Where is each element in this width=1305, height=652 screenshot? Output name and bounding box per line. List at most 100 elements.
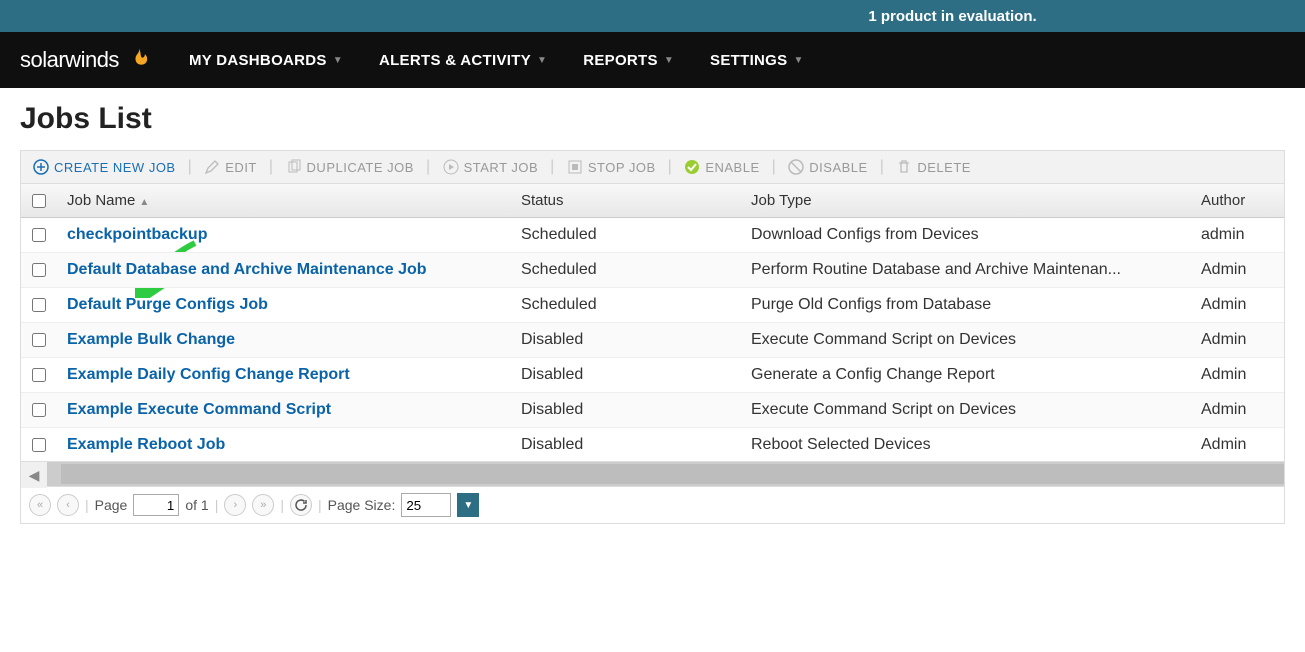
job-name-link[interactable]: Example Execute Command Script <box>67 401 331 418</box>
cell-status: Scheduled <box>511 253 741 287</box>
cell-job-type: Execute Command Script on Devices <box>741 393 1191 427</box>
job-name-link[interactable]: checkpointbackup <box>67 226 207 243</box>
nav-reports[interactable]: REPORTS ▼ <box>583 52 674 69</box>
select-all-checkbox[interactable] <box>32 194 46 208</box>
nav-my-dashboards[interactable]: MY DASHBOARDS ▼ <box>189 52 343 69</box>
page-of-total: of 1 <box>185 497 208 513</box>
row-select[interactable] <box>21 288 57 322</box>
plus-circle-icon <box>33 159 49 175</box>
caret-down-icon: ▼ <box>333 55 343 66</box>
row-checkbox[interactable] <box>32 228 46 242</box>
top-nav: solarwinds MY DASHBOARDS ▼ ALERTS & ACTI… <box>0 32 1305 88</box>
evaluation-banner: 1 product in evaluation. <box>0 0 1305 32</box>
cell-job-type: Download Configs from Devices <box>741 218 1191 252</box>
button-label: ENABLE <box>705 160 759 175</box>
delete-button[interactable]: DELETE <box>892 157 975 177</box>
duplicate-job-button[interactable]: DUPLICATE JOB <box>282 157 418 177</box>
cell-job-name: Example Daily Config Change Report <box>57 358 511 392</box>
last-page-button[interactable]: » <box>252 494 274 516</box>
button-label: DISABLE <box>809 160 867 175</box>
cell-job-type: Generate a Config Change Report <box>741 358 1191 392</box>
edit-button[interactable]: EDIT <box>200 157 261 177</box>
cell-job-type: Execute Command Script on Devices <box>741 323 1191 357</box>
separator: | <box>186 158 195 176</box>
refresh-button[interactable] <box>290 494 312 516</box>
cell-job-name: Example Bulk Change <box>57 323 511 357</box>
horizontal-scrollbar[interactable]: ◀ <box>20 461 1285 487</box>
page-size-dropdown-button[interactable]: ▼ <box>457 493 479 517</box>
button-label: STOP JOB <box>588 160 656 175</box>
stop-job-button[interactable]: STOP JOB <box>563 157 660 177</box>
row-checkbox[interactable] <box>32 403 46 417</box>
row-select[interactable] <box>21 218 57 252</box>
caret-down-icon: ▼ <box>793 55 803 66</box>
separator: | <box>280 497 284 513</box>
row-checkbox[interactable] <box>32 438 46 452</box>
page-size-input[interactable] <box>401 493 451 517</box>
row-checkbox[interactable] <box>32 368 46 382</box>
start-job-button[interactable]: START JOB <box>439 157 543 177</box>
job-name-link[interactable]: Example Daily Config Change Report <box>67 366 350 383</box>
nav-settings[interactable]: SETTINGS ▼ <box>710 52 804 69</box>
nav-label: REPORTS <box>583 52 658 69</box>
job-name-link[interactable]: Example Reboot Job <box>67 436 225 453</box>
row-checkbox[interactable] <box>32 333 46 347</box>
page-number-input[interactable] <box>133 494 179 516</box>
refresh-icon <box>294 498 308 512</box>
first-page-button[interactable]: « <box>29 494 51 516</box>
cell-author: Admin <box>1191 428 1271 462</box>
button-label: CREATE NEW JOB <box>54 160 176 175</box>
cell-author: admin <box>1191 218 1271 252</box>
cell-status: Disabled <box>511 393 741 427</box>
separator: | <box>85 497 89 513</box>
cell-author: Admin <box>1191 393 1271 427</box>
enable-button[interactable]: ENABLE <box>680 157 763 177</box>
trash-icon <box>896 159 912 175</box>
scroll-left-arrow-icon[interactable]: ◀ <box>21 462 47 488</box>
button-label: START JOB <box>464 160 539 175</box>
row-select[interactable] <box>21 358 57 392</box>
flame-icon <box>125 46 153 74</box>
row-select[interactable] <box>21 323 57 357</box>
job-name-link[interactable]: Default Purge Configs Job <box>67 296 268 313</box>
nav-alerts-activity[interactable]: ALERTS & ACTIVITY ▼ <box>379 52 547 69</box>
pager: « ‹ | Page of 1 | › » | | Page Size: ▼ <box>20 487 1285 524</box>
column-header-author[interactable]: Author <box>1191 184 1271 217</box>
prev-page-button[interactable]: ‹ <box>57 494 79 516</box>
brand-name: solarwinds <box>20 47 119 73</box>
create-new-job-button[interactable]: CREATE NEW JOB <box>29 157 180 177</box>
scroll-track[interactable] <box>61 464 1284 484</box>
cell-job-name: Default Database and Archive Maintenance… <box>57 253 511 287</box>
table-row: Example Reboot JobDisabledReboot Selecte… <box>21 428 1284 463</box>
job-name-link[interactable]: Example Bulk Change <box>67 331 235 348</box>
separator: | <box>424 158 433 176</box>
row-checkbox[interactable] <box>32 263 46 277</box>
row-select[interactable] <box>21 253 57 287</box>
button-label: DELETE <box>917 160 971 175</box>
column-header-name[interactable]: Job Name▲ <box>57 184 511 217</box>
select-all-header[interactable] <box>21 184 57 217</box>
page-label: Page <box>95 497 128 513</box>
separator: | <box>548 158 557 176</box>
job-name-link[interactable]: Default Database and Archive Maintenance… <box>67 261 427 278</box>
column-header-type[interactable]: Job Type <box>741 184 1191 217</box>
row-select[interactable] <box>21 428 57 462</box>
copy-icon <box>286 159 302 175</box>
table-row: Default Database and Archive Maintenance… <box>21 253 1284 288</box>
cell-job-name: Example Reboot Job <box>57 428 511 462</box>
button-label: EDIT <box>225 160 257 175</box>
column-header-status[interactable]: Status <box>511 184 741 217</box>
brand-logo[interactable]: solarwinds <box>20 46 153 74</box>
row-checkbox[interactable] <box>32 298 46 312</box>
table-row: Example Bulk ChangeDisabledExecute Comma… <box>21 323 1284 358</box>
cell-author: Admin <box>1191 288 1271 322</box>
jobs-toolbar: CREATE NEW JOB | EDIT | DUPLICATE JOB | … <box>20 150 1285 184</box>
check-circle-icon <box>684 159 700 175</box>
cell-job-type: Perform Routine Database and Archive Mai… <box>741 253 1191 287</box>
next-page-button[interactable]: › <box>224 494 246 516</box>
disable-button[interactable]: DISABLE <box>784 157 871 177</box>
cell-author: Admin <box>1191 358 1271 392</box>
pencil-icon <box>204 159 220 175</box>
cell-status: Scheduled <box>511 218 741 252</box>
row-select[interactable] <box>21 393 57 427</box>
